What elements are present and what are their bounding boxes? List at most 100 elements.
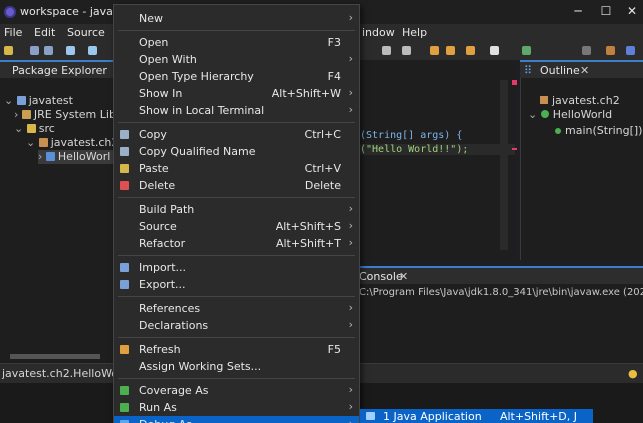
menu-separator [118, 337, 355, 338]
import-icon [120, 263, 129, 272]
menu-help[interactable]: Help [402, 26, 427, 39]
minimize-button[interactable]: ─ [570, 4, 586, 20]
menu-item-shortcut: F5 [327, 343, 341, 356]
outline-item-class[interactable]: ⌄ HelloWorld [528, 108, 612, 121]
menu-item-copy[interactable]: Copy Ctrl+C [114, 126, 359, 143]
menu-item-open[interactable]: Open F3 [114, 34, 359, 51]
submenu-java-application[interactable]: 1 Java Application Alt+Shift+D, J [360, 409, 593, 423]
context-menu: New › Open F3 Open With › Open Type Hierarchy F… [113, 4, 360, 423]
horizontal-scrollbar[interactable] [10, 354, 100, 359]
menu-item-refactor[interactable]: Refactor Alt+Shift+T › [114, 235, 359, 252]
run-icon [120, 403, 129, 412]
outline-item-method[interactable]: main(String[]) : v [555, 124, 643, 137]
menu-item-show-in[interactable]: Show In Alt+Shift+W › [114, 85, 359, 102]
menu-item-refresh[interactable]: Refresh F5 [114, 341, 359, 358]
tree-item-javatest[interactable]: ⌄ javatest [4, 94, 73, 108]
toolbar-icon[interactable] [88, 46, 97, 55]
tab-outline[interactable]: ⠿ Outline ✕ [520, 60, 643, 78]
menu-source[interactable]: Source [67, 26, 105, 39]
marker-icon [512, 148, 517, 150]
menu-item-build-path[interactable]: Build Path › [114, 201, 359, 218]
menu-item-label: Paste [139, 162, 169, 175]
java-application-icon [366, 412, 375, 420]
menu-edit[interactable]: Edit [34, 26, 55, 39]
chevron-right-icon: › [348, 103, 353, 116]
menu-item-assign-working-sets[interactable]: Assign Working Sets... [114, 358, 359, 375]
menu-window[interactable]: indow [362, 26, 395, 39]
menu-item-label: References [139, 302, 201, 315]
save-all-icon[interactable] [44, 46, 53, 55]
code-line-println: ("Hello World!!"); [360, 144, 515, 155]
perspective-icon[interactable] [522, 46, 531, 55]
lightbulb-icon: ● [628, 367, 638, 380]
next-icon[interactable] [490, 46, 499, 55]
menu-item-label: Source [139, 220, 177, 233]
prev-icon[interactable] [466, 46, 475, 55]
menu-file[interactable]: File [4, 26, 22, 39]
menu-item-shortcut: Alt+Shift+W [271, 87, 341, 100]
menu-item-label: Declarations [139, 319, 209, 332]
menu-item-new[interactable]: New › [114, 10, 359, 27]
refresh-icon [120, 345, 129, 354]
tree-item-helloworld[interactable]: › HelloWorl [38, 150, 116, 164]
menu-item-label: Build Path [139, 203, 195, 216]
toolbar-icon[interactable] [402, 46, 411, 55]
tab-package-explorer[interactable]: Package Explorer [0, 60, 116, 78]
menu-item-coverage-as[interactable]: Coverage As › [114, 382, 359, 399]
back-icon[interactable] [430, 46, 439, 55]
menu-item-shortcut: F4 [327, 70, 341, 83]
tab-console[interactable]: Console ✕ [355, 266, 643, 284]
maximize-button[interactable]: ☐ [598, 4, 614, 20]
console-output[interactable]: C:\Program Files\Java\jdk1.8.0_341\jre\b… [355, 284, 643, 364]
menu-item-shortcut: Alt+Shift+T [275, 237, 341, 250]
tree-item-jre[interactable]: › JRE System Libra [14, 108, 127, 122]
editor-scrollbar[interactable] [500, 80, 508, 250]
outline-panel [520, 60, 643, 260]
menu-item-shortcut: Ctrl+V [304, 162, 341, 175]
menu-item-open-type-hierarchy[interactable]: Open Type Hierarchy F4 [114, 68, 359, 85]
menu-item-shortcut: F3 [327, 36, 341, 49]
outline-item-package[interactable]: javatest.ch2 [540, 94, 620, 107]
menu-item-export[interactable]: Export... [114, 276, 359, 293]
package-explorer: Package Explorer ⌄ javatest › JRE System… [0, 60, 127, 363]
save-icon[interactable] [30, 46, 39, 55]
menu-item-label: Open Type Hierarchy [139, 70, 254, 83]
menu-item-debug-as[interactable]: Debug As › [114, 416, 359, 423]
tab-label: Package Explorer [12, 64, 107, 77]
code-editor[interactable] [360, 60, 515, 260]
menu-separator [118, 255, 355, 256]
tree-item-package[interactable]: ⌄ javatest.ch2 [26, 136, 118, 150]
menu-item-references[interactable]: References › [114, 300, 359, 317]
menu-item-label: Copy [139, 128, 167, 141]
menu-item-source[interactable]: Source Alt+Shift+S › [114, 218, 359, 235]
perspective-java-icon[interactable] [606, 46, 615, 55]
menu-item-declarations[interactable]: Declarations › [114, 317, 359, 334]
menu-item-copy-qualified-name[interactable]: Copy Qualified Name [114, 143, 359, 160]
menu-item-show-in-local-terminal[interactable]: Show in Local Terminal › [114, 102, 359, 119]
forward-icon[interactable] [446, 46, 455, 55]
menu-item-label: Delete [139, 179, 176, 192]
search-icon[interactable] [582, 46, 591, 55]
menu-item-shortcut: Ctrl+C [304, 128, 341, 141]
menu-item-delete[interactable]: Delete Delete [114, 177, 359, 194]
copy-icon [120, 130, 129, 139]
menu-item-run-as[interactable]: Run As › [114, 399, 359, 416]
menu-item-label: Refresh [139, 343, 181, 356]
chevron-right-icon: › [348, 11, 353, 24]
menu-item-paste[interactable]: Paste Ctrl+V [114, 160, 359, 177]
chevron-right-icon: › [348, 236, 353, 249]
menu-item-label: Assign Working Sets... [139, 360, 262, 373]
copy-icon [120, 147, 129, 156]
menu-item-open-with[interactable]: Open With › [114, 51, 359, 68]
perspective-debug-icon[interactable] [626, 46, 635, 55]
menu-item-import[interactable]: Import... [114, 259, 359, 276]
package-icon [38, 138, 48, 147]
toolbar-icon[interactable] [382, 46, 391, 55]
close-button[interactable]: ✕ [624, 4, 640, 20]
toolbar-icon[interactable] [66, 46, 75, 55]
new-icon[interactable] [4, 46, 13, 55]
chevron-right-icon: › [348, 400, 353, 413]
menu-separator [118, 296, 355, 297]
tree-item-src[interactable]: ⌄ src [14, 122, 55, 136]
coverage-icon [120, 386, 129, 395]
